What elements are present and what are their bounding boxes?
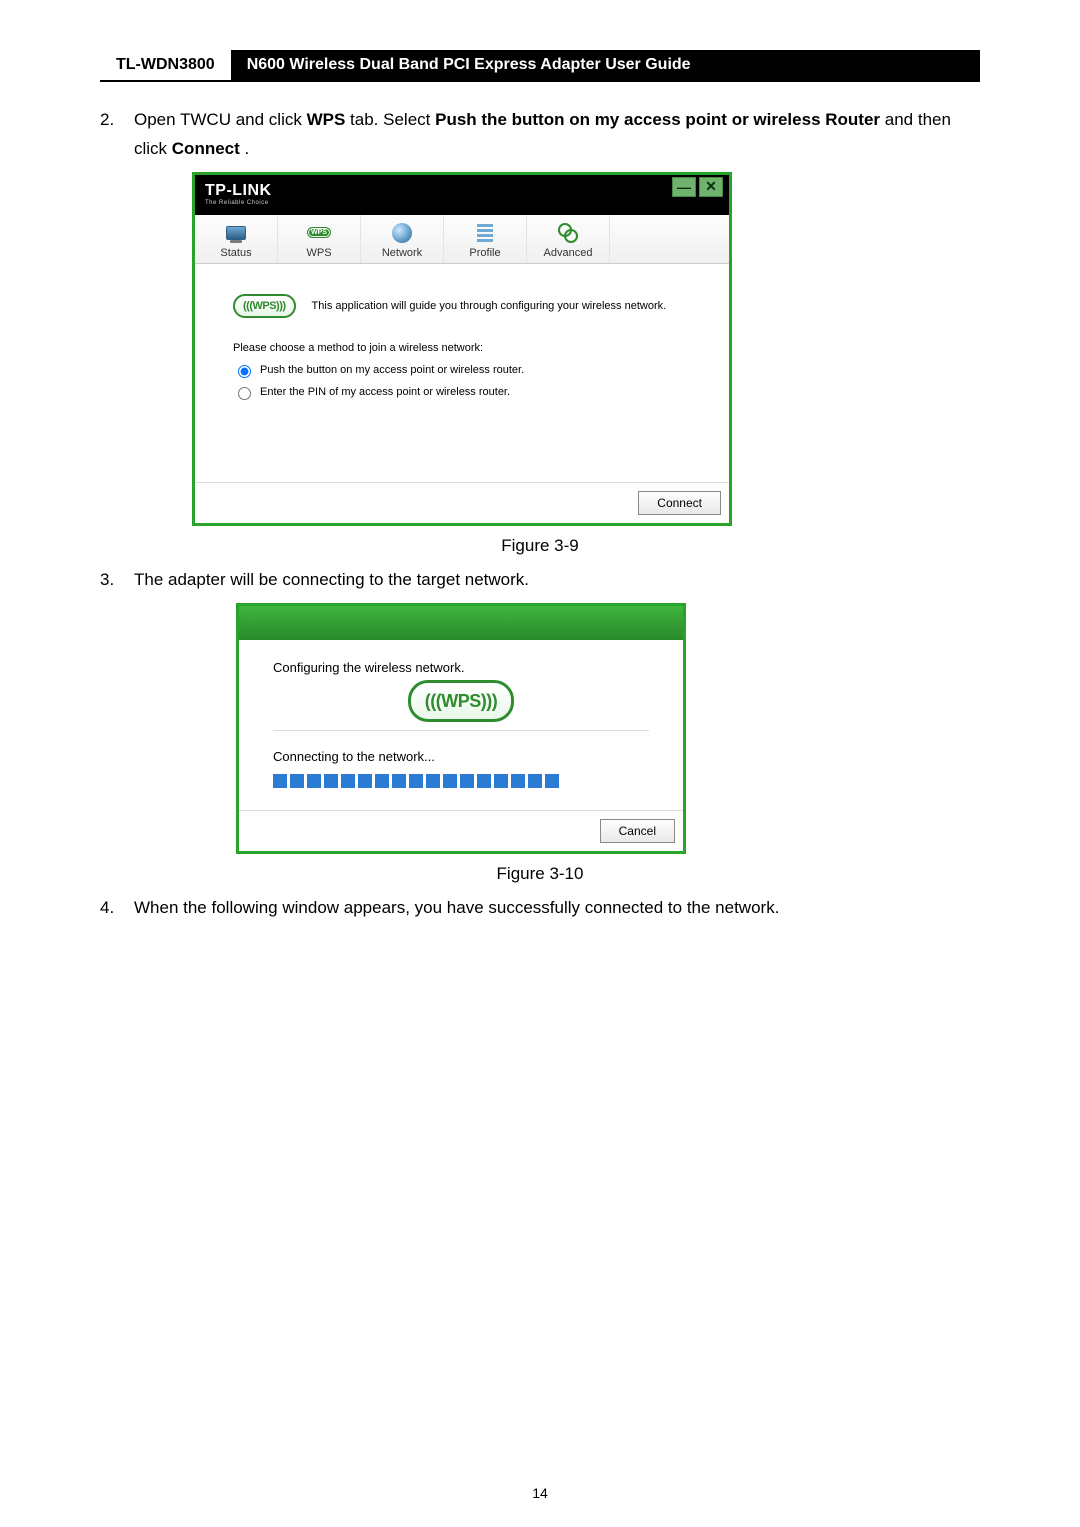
tplink-logo: TP-LINK The Reliable Choice [205, 183, 272, 206]
progress-bar [273, 774, 649, 788]
twcu-titlebar: TP-LINK The Reliable Choice — ✕ [195, 175, 729, 215]
choose-method-label: Please choose a method to join a wireles… [233, 342, 691, 354]
step-2: 2. Open TWCU and click WPS tab. Select P… [100, 106, 980, 164]
radio-pin[interactable] [238, 387, 251, 400]
figure-caption-1: Figure 3-9 [100, 536, 980, 556]
configuring-label: Configuring the wireless network. [273, 660, 649, 675]
page-number: 14 [0, 1485, 1080, 1501]
connect-button[interactable]: Connect [638, 491, 721, 515]
tab-wps[interactable]: WPS WPS [278, 215, 361, 263]
wps-icon: WPS [307, 227, 331, 238]
tab-network[interactable]: Network [361, 215, 444, 263]
step-4: 4. When the following window appears, yo… [100, 894, 980, 923]
close-button[interactable]: ✕ [699, 177, 723, 197]
window-controls: — ✕ [672, 177, 723, 197]
step-text: The adapter will be connecting to the ta… [134, 566, 529, 595]
tab-profile[interactable]: Profile [444, 215, 527, 263]
wps-intro-text: This application will guide you through … [312, 300, 667, 312]
doc-title: N600 Wireless Dual Band PCI Express Adap… [231, 50, 980, 80]
cancel-button[interactable]: Cancel [600, 819, 675, 843]
radio-push[interactable] [238, 365, 251, 378]
step-number: 2. [100, 106, 134, 164]
twcu-tabs: Status WPS WPS Network Profile Advanced [195, 215, 729, 264]
step-text: When the following window appears, you h… [134, 894, 779, 923]
doc-model: TL-WDN3800 [100, 50, 231, 80]
doc-header: TL-WDN3800 N600 Wireless Dual Band PCI E… [100, 50, 980, 82]
wps-badge-icon: (((WPS))) [408, 680, 514, 722]
progress-dialog: Configuring the wireless network. (((WPS… [236, 603, 686, 854]
tab-advanced[interactable]: Advanced [527, 215, 610, 263]
twcu-footer: Connect [195, 482, 729, 523]
step-number: 4. [100, 894, 134, 923]
profile-icon [477, 224, 493, 242]
connecting-label: Connecting to the network... [273, 749, 649, 764]
twcu-window: TP-LINK The Reliable Choice — ✕ Status W… [192, 172, 732, 526]
status-icon [226, 226, 246, 240]
twcu-body: (((WPS))) This application will guide yo… [195, 264, 729, 482]
step-text: Open TWCU and click WPS tab. Select Push… [134, 106, 980, 164]
globe-icon [392, 223, 412, 243]
option-push-button[interactable]: Push the button on my access point or wi… [233, 362, 691, 378]
minimize-button[interactable]: — [672, 177, 696, 197]
dialog-body: Configuring the wireless network. (((WPS… [239, 640, 683, 810]
option-enter-pin[interactable]: Enter the PIN of my access point or wire… [233, 384, 691, 400]
dialog-footer: Cancel [239, 810, 683, 851]
tab-status[interactable]: Status [195, 215, 278, 263]
dialog-titlebar [239, 606, 683, 640]
step-number: 3. [100, 566, 134, 595]
wps-badge-icon: (((WPS))) [233, 294, 296, 318]
divider [273, 730, 649, 731]
figure-caption-2: Figure 3-10 [100, 864, 980, 884]
step-3: 3. The adapter will be connecting to the… [100, 566, 980, 595]
advanced-icon [558, 223, 578, 243]
